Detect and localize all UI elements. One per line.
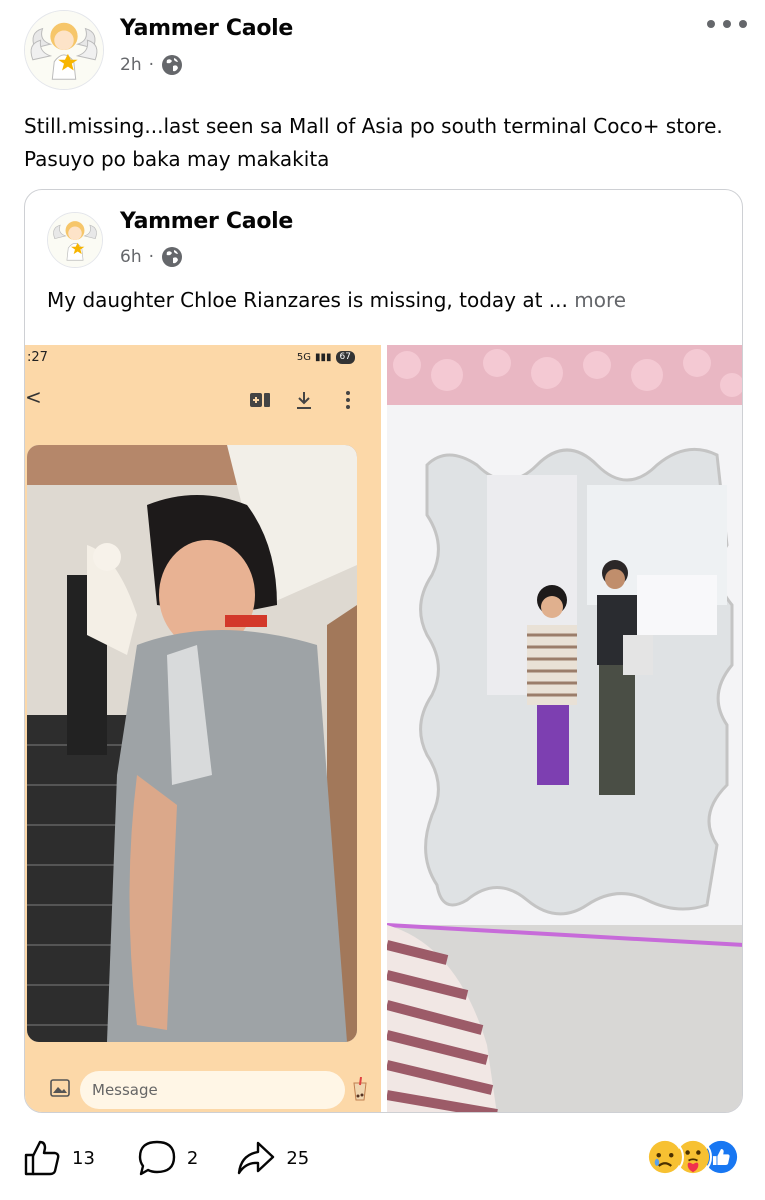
meta-separator: · bbox=[148, 247, 154, 267]
battery-level: 67 bbox=[335, 351, 355, 364]
more-options-icon[interactable] bbox=[707, 12, 747, 36]
phone-status-icons: 5G ▮▮▮ 67 bbox=[297, 351, 355, 364]
shared-author-name[interactable]: Yammer Caole bbox=[120, 209, 293, 234]
phone-status-time: :27 bbox=[27, 350, 48, 365]
like-button[interactable]: 13 bbox=[22, 1138, 95, 1178]
signal-icon: ▮▮▮ bbox=[315, 352, 332, 363]
share-count: 25 bbox=[286, 1147, 310, 1169]
back-arrow-icon: < bbox=[25, 385, 42, 409]
angel-avatar-image bbox=[25, 11, 103, 89]
phone-toolbar bbox=[249, 389, 359, 411]
meta-separator: · bbox=[148, 55, 154, 75]
see-more-link[interactable]: more bbox=[574, 288, 626, 312]
network-label: 5G bbox=[296, 352, 312, 363]
sad-reaction-icon bbox=[646, 1138, 684, 1176]
message-bar: Message bbox=[25, 1067, 381, 1111]
thumbs-up-icon bbox=[24, 1140, 60, 1176]
globe-icon bbox=[161, 54, 183, 76]
comment-button[interactable]: 2 bbox=[137, 1138, 198, 1178]
post-author-name[interactable]: Yammer Caole bbox=[120, 16, 293, 41]
comment-bubble-icon bbox=[138, 1140, 176, 1176]
shared-post-body: My daughter Chloe Rianzares is missing, … bbox=[47, 288, 568, 312]
globe-icon bbox=[161, 246, 183, 268]
download-icon bbox=[297, 392, 311, 409]
bubble-tea-icon bbox=[353, 1077, 367, 1101]
kebab-menu-icon bbox=[346, 391, 350, 409]
like-count: 13 bbox=[72, 1147, 95, 1169]
photo-mirror[interactable] bbox=[387, 345, 742, 1112]
shared-post-card[interactable]: Yammer Caole 6h · My daughter Chloe Rian… bbox=[24, 189, 743, 1113]
shared-post-meta: 6h · bbox=[120, 246, 183, 268]
message-input: Message bbox=[80, 1071, 345, 1109]
shared-post-time[interactable]: 6h bbox=[120, 247, 142, 267]
author-avatar[interactable] bbox=[24, 10, 104, 90]
angel-avatar-image bbox=[48, 213, 102, 267]
post-meta: 2h · bbox=[120, 54, 183, 76]
reaction-summary[interactable] bbox=[646, 1138, 741, 1178]
comment-count: 2 bbox=[186, 1147, 199, 1169]
post-actions: 13 2 25 bbox=[22, 1134, 309, 1182]
share-button[interactable]: 25 bbox=[236, 1138, 309, 1178]
escalator-photo bbox=[27, 445, 357, 1042]
add-image-icon bbox=[250, 393, 270, 407]
shared-post-text: My daughter Chloe Rianzares is missing, … bbox=[47, 288, 727, 312]
post-time[interactable]: 2h bbox=[120, 55, 142, 75]
shared-author-avatar[interactable] bbox=[47, 212, 103, 268]
post-text: Still.missing...last seen sa Mall of Asi… bbox=[24, 114, 723, 171]
share-arrow-icon bbox=[238, 1141, 275, 1175]
photo-phone-screenshot[interactable]: :27 5G ▮▮▮ 67 < Message bbox=[25, 345, 381, 1112]
gallery-icon bbox=[50, 1079, 70, 1097]
mirror-photo-image bbox=[387, 345, 742, 1112]
